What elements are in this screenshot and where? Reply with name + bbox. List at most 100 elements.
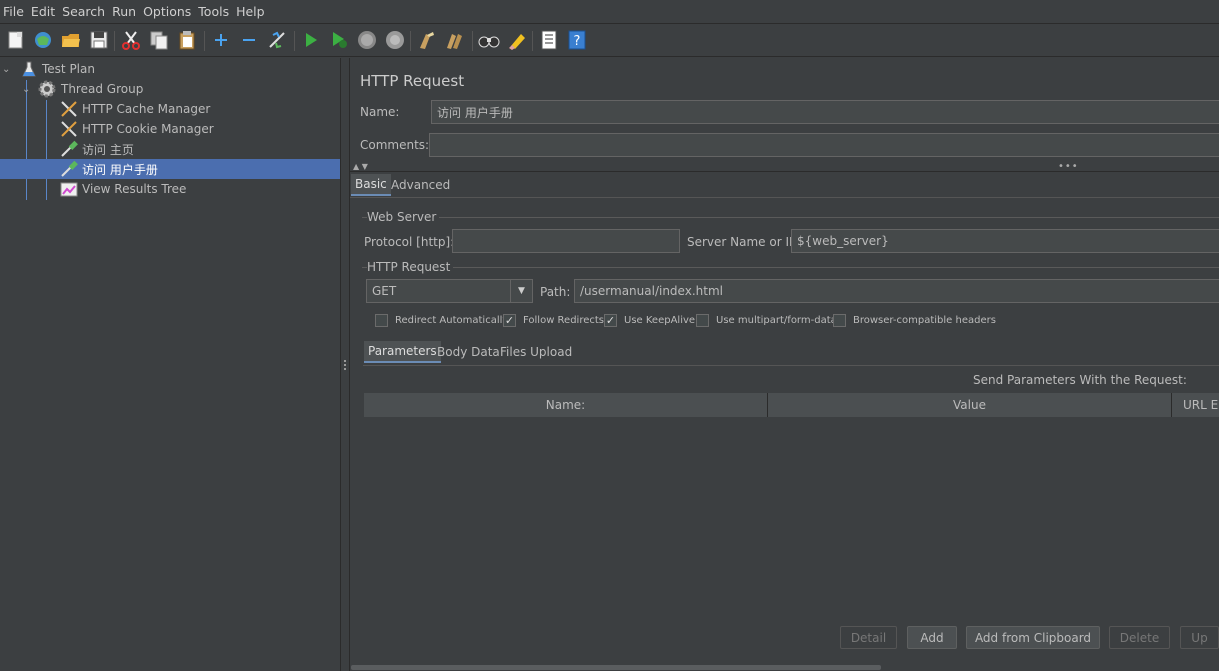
dropdown-arrow-icon[interactable]: ▼ bbox=[510, 280, 532, 302]
column-header-name[interactable]: Name: bbox=[364, 393, 768, 417]
grip-icon[interactable]: ••• bbox=[1058, 161, 1079, 172]
menu-run[interactable]: Run bbox=[112, 4, 136, 19]
checkbox-label: Use multipart/form-data bbox=[716, 315, 837, 326]
stop-icon[interactable] bbox=[356, 29, 378, 51]
protocol-field[interactable] bbox=[452, 229, 680, 253]
tree-label: 访问 主页 bbox=[82, 142, 134, 157]
toggle-icon[interactable] bbox=[266, 29, 288, 51]
tab-body-data[interactable]: Body Data bbox=[433, 341, 504, 363]
checkbox-box[interactable] bbox=[375, 314, 388, 327]
comments-label: Comments: bbox=[360, 138, 430, 152]
tab-basic[interactable]: Basic bbox=[351, 174, 391, 196]
chevron-down-icon[interactable]: ⌄ bbox=[22, 84, 34, 95]
tree-node-visit-home[interactable]: 访问 主页 bbox=[60, 139, 134, 159]
checkbox-box[interactable] bbox=[696, 314, 709, 327]
method-select[interactable]: GET ▼ bbox=[366, 279, 533, 303]
save-icon[interactable] bbox=[88, 29, 110, 51]
templates-icon[interactable] bbox=[32, 29, 54, 51]
checkbox-label: Redirect Automatically bbox=[395, 315, 509, 326]
split-pane-divider[interactable] bbox=[340, 58, 350, 671]
menu-search[interactable]: Search bbox=[62, 4, 105, 19]
new-icon[interactable] bbox=[5, 29, 27, 51]
menu-edit[interactable]: Edit bbox=[31, 4, 55, 19]
checkbox-label: Follow Redirects bbox=[523, 315, 604, 326]
tree-label: Thread Group bbox=[61, 82, 144, 96]
method-value: GET bbox=[372, 284, 397, 298]
tree-label: HTTP Cookie Manager bbox=[82, 122, 214, 136]
comments-field[interactable] bbox=[429, 133, 1219, 157]
paste-icon[interactable] bbox=[176, 29, 198, 51]
delete-button[interactable]: Delete bbox=[1109, 626, 1170, 649]
server-field[interactable]: ${web_server} bbox=[791, 229, 1219, 253]
tree-node-results-tree[interactable]: View Results Tree bbox=[60, 179, 186, 199]
test-plan-tree: ⌄ Test Plan ⌄ Thread Group HTTP Cache Ma… bbox=[0, 58, 340, 671]
menu-tools[interactable]: Tools bbox=[198, 4, 229, 19]
checkbox-box[interactable] bbox=[833, 314, 846, 327]
checkbox-browser-compatible[interactable]: Browser-compatible headers bbox=[833, 314, 996, 327]
pipette-icon bbox=[60, 140, 78, 158]
name-field[interactable]: 访问 用户手册 bbox=[431, 100, 1219, 124]
checkbox-label: Use KeepAlive bbox=[624, 315, 696, 326]
tree-node-test-plan[interactable]: ⌄ Test Plan bbox=[2, 59, 95, 79]
cut-icon[interactable] bbox=[120, 29, 142, 51]
group-border bbox=[362, 217, 1219, 218]
checkbox-follow-redirects[interactable]: ✓ Follow Redirects bbox=[503, 314, 604, 327]
collapse-icon[interactable] bbox=[238, 29, 260, 51]
name-label: Name: bbox=[360, 105, 400, 119]
search-icon[interactable] bbox=[478, 29, 500, 51]
clear-icon[interactable] bbox=[416, 29, 438, 51]
copy-icon[interactable] bbox=[148, 29, 170, 51]
add-from-clipboard-button[interactable]: Add from Clipboard bbox=[966, 626, 1100, 649]
tree-node-visit-manual[interactable]: 访问 用户手册 bbox=[0, 159, 340, 179]
pipette-icon bbox=[60, 160, 78, 178]
send-params-label: Send Parameters With the Request: bbox=[973, 373, 1187, 387]
group-border bbox=[362, 267, 1219, 268]
flask-icon bbox=[22, 61, 36, 77]
checkbox-redirect-automatically[interactable]: Redirect Automatically bbox=[375, 314, 508, 327]
svg-text:?: ? bbox=[574, 34, 581, 49]
protocol-label: Protocol [http]: bbox=[364, 235, 455, 249]
checkbox-box[interactable]: ✓ bbox=[503, 314, 516, 327]
tree-node-thread-group[interactable]: ⌄ Thread Group bbox=[22, 79, 143, 99]
menu-options[interactable]: Options bbox=[143, 4, 191, 19]
chart-icon bbox=[60, 181, 78, 197]
expand-icon[interactable] bbox=[210, 29, 232, 51]
tree-label: View Results Tree bbox=[82, 182, 187, 196]
help-icon[interactable]: ? bbox=[566, 29, 588, 51]
open-icon[interactable] bbox=[60, 29, 82, 51]
detail-button[interactable]: Detail bbox=[840, 626, 897, 649]
checkbox-use-keepalive[interactable]: ✓ Use KeepAlive bbox=[604, 314, 695, 327]
wrench-icon bbox=[60, 120, 78, 138]
menu-file[interactable]: File bbox=[3, 4, 24, 19]
chevron-down-icon[interactable]: ⌄ bbox=[2, 64, 14, 75]
tab-files-upload[interactable]: Files Upload bbox=[496, 341, 576, 363]
column-header-value[interactable]: Value bbox=[768, 393, 1172, 417]
reset-search-icon[interactable] bbox=[506, 29, 528, 51]
function-helper-icon[interactable] bbox=[538, 29, 560, 51]
up-button[interactable]: Up bbox=[1180, 626, 1219, 649]
checkbox-box[interactable]: ✓ bbox=[604, 314, 617, 327]
clear-all-icon[interactable] bbox=[444, 29, 466, 51]
column-header-url-encode[interactable]: URL En bbox=[1172, 393, 1219, 417]
path-label: Path: bbox=[540, 285, 571, 299]
start-no-pauses-icon[interactable] bbox=[328, 29, 350, 51]
wrench-icon bbox=[60, 100, 78, 118]
tab-advanced[interactable]: Advanced bbox=[387, 174, 454, 196]
menu-bar: File Edit Search Run Options Tools Help bbox=[0, 0, 1219, 24]
http-request-panel: HTTP Request Name: 访问 用户手册 Comments: ▲ ▼… bbox=[350, 58, 1219, 671]
tab-parameters[interactable]: Parameters bbox=[364, 341, 441, 363]
path-field[interactable]: /usermanual/index.html bbox=[574, 279, 1219, 303]
menu-help[interactable]: Help bbox=[236, 4, 265, 19]
tree-node-cache-manager[interactable]: HTTP Cache Manager bbox=[60, 99, 210, 119]
http-request-title: HTTP Request bbox=[367, 260, 454, 274]
panel-title: HTTP Request bbox=[360, 72, 465, 90]
horizontal-scrollbar[interactable] bbox=[351, 665, 881, 670]
checkbox-use-multipart[interactable]: Use multipart/form-data bbox=[696, 314, 837, 327]
start-icon[interactable] bbox=[300, 29, 322, 51]
add-button[interactable]: Add bbox=[907, 626, 957, 649]
tree-label: HTTP Cache Manager bbox=[82, 102, 211, 116]
tree-node-cookie-manager[interactable]: HTTP Cookie Manager bbox=[60, 119, 214, 139]
tree-label: 访问 用户手册 bbox=[82, 162, 158, 177]
collapse-arrows-icon[interactable]: ▲ ▼ bbox=[353, 162, 368, 171]
shutdown-icon[interactable] bbox=[384, 29, 406, 51]
